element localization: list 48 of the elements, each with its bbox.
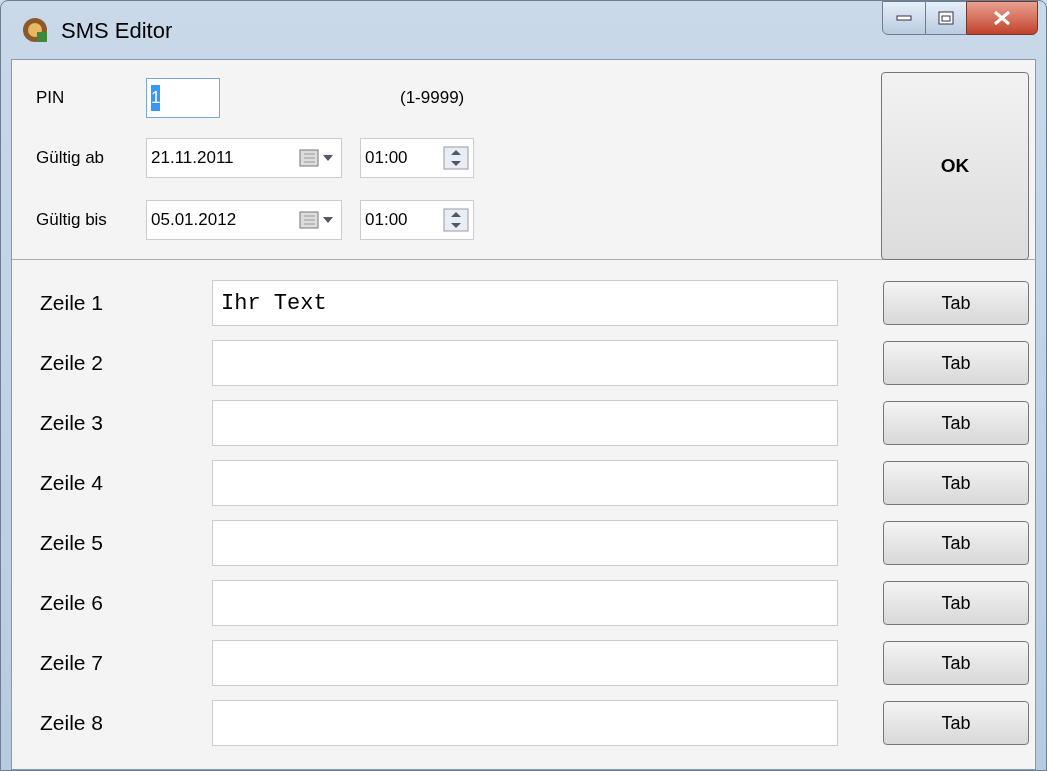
minimize-icon: [896, 15, 912, 21]
line-label: Zeile 7: [40, 650, 105, 677]
text-field[interactable]: [212, 520, 838, 566]
text-field[interactable]: [212, 460, 838, 506]
text-field[interactable]: [212, 400, 838, 446]
date-value: 21.11.2011: [151, 147, 235, 170]
maximize-icon: [938, 11, 954, 25]
tab-button[interactable]: Tab: [883, 641, 1029, 685]
date-picker[interactable]: 05.01.2012: [146, 200, 342, 240]
window-title: SMS Editor: [61, 16, 173, 45]
date-label: Gültig ab: [36, 147, 106, 170]
close-button[interactable]: [966, 1, 1038, 35]
pin-label: PIN: [36, 87, 66, 110]
line-label: Zeile 3: [40, 410, 105, 437]
time-spinner[interactable]: 01:00: [360, 138, 474, 178]
line-label: Zeile 2: [40, 350, 105, 377]
range-hint: (1-9999): [400, 87, 465, 110]
app-icon: [21, 16, 49, 44]
tab-button[interactable]: Tab: [883, 581, 1029, 625]
pin-value: 1: [151, 85, 161, 111]
date-picker[interactable]: 21.11.2011: [146, 138, 342, 178]
tab-button[interactable]: Tab: [883, 281, 1029, 325]
line-label: Zeile 4: [40, 470, 105, 497]
tab-button[interactable]: Tab: [883, 401, 1029, 445]
maximize-button[interactable]: [926, 1, 966, 35]
time-value: 01:00: [365, 147, 409, 170]
ok-button[interactable]: OK: [881, 72, 1029, 260]
text-field[interactable]: [212, 580, 838, 626]
line-label: Zeile 6: [40, 590, 105, 617]
spin-arrows-icon: [443, 146, 469, 170]
spin-arrows-icon: [443, 208, 469, 232]
tab-button[interactable]: Tab: [883, 341, 1029, 385]
text-field[interactable]: [212, 700, 838, 746]
text-field[interactable]: Ihr Text: [212, 280, 838, 326]
line-label: Zeile 8: [40, 710, 105, 737]
time-value: 01:00: [365, 209, 409, 232]
tab-button[interactable]: Tab: [883, 521, 1029, 565]
tab-button[interactable]: Tab: [883, 461, 1029, 505]
close-icon: [993, 10, 1011, 26]
tab-button[interactable]: Tab: [883, 701, 1029, 745]
minimize-button[interactable]: [882, 1, 926, 35]
text-field[interactable]: [212, 340, 838, 386]
line-label: Zeile 5: [40, 530, 105, 557]
date-value: 05.01.2012: [151, 209, 238, 232]
time-spinner[interactable]: 01:00: [360, 200, 474, 240]
line-label: Zeile 1: [40, 290, 105, 317]
text-field[interactable]: [212, 640, 838, 686]
date-label: Gültig bis: [36, 209, 108, 232]
